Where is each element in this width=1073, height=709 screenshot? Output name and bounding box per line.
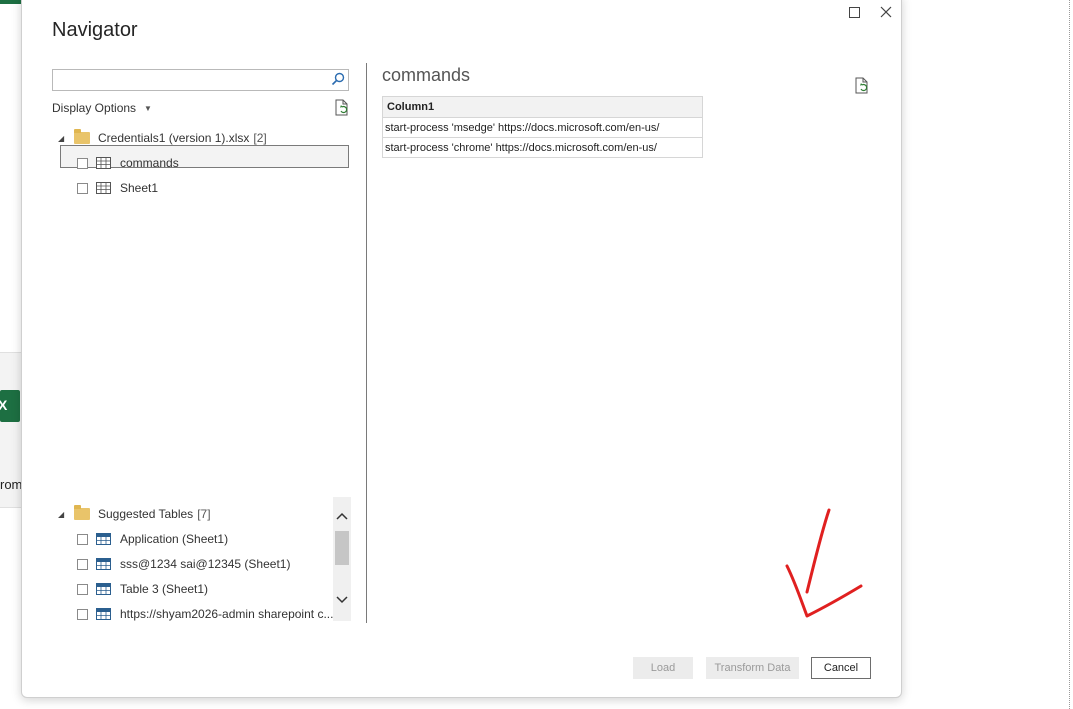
navigator-dialog: Navigator Display Options ▼ ◢ Credential… [21,0,902,698]
background-partial-label: rom [0,477,23,492]
table-cell: start-process 'chrome' https://docs.micr… [382,137,703,158]
annotation-arrow [785,508,863,618]
maximize-button[interactable] [843,1,865,23]
suggested-item[interactable]: https://shyam2026-admin sharepoint c... [77,603,333,625]
pane-divider[interactable] [366,63,367,623]
close-icon [880,6,892,18]
checkbox[interactable] [77,558,88,570]
background-accent [0,0,22,4]
refresh-preview-icon[interactable] [854,77,870,95]
checkbox[interactable] [77,182,88,194]
load-button[interactable]: Load [633,657,693,679]
tree-item-commands[interactable]: commands [77,152,179,174]
suggested-item[interactable]: Application (Sheet1) [77,528,228,550]
checkbox[interactable] [77,583,88,595]
tree-root-count: [2] [253,131,267,145]
chevron-up-icon [336,512,348,520]
tree-item-sheet1[interactable]: Sheet1 [77,177,158,199]
search-input[interactable] [53,70,331,90]
suggested-scrollbar[interactable] [333,497,351,621]
suggested-item-label: https://shyam2026-admin sharepoint c... [120,607,334,621]
table-cell: start-process 'msedge' https://docs.micr… [382,117,703,138]
tree-item-label: commands [120,156,179,170]
collapse-arrow-icon[interactable]: ◢ [58,134,68,143]
cancel-button[interactable]: Cancel [811,657,871,679]
close-button[interactable] [875,1,897,23]
tree-root-suggested-tables[interactable]: ◢ Suggested Tables [7] [58,503,211,525]
suggested-label: Suggested Tables [98,507,194,521]
tree-item-label: Sheet1 [120,181,159,195]
dialog-title: Navigator [52,19,138,41]
preview-title: commands [382,65,471,85]
column-header: Column1 [382,96,703,118]
suggested-item[interactable]: sss@1234 sai@12345 (Sheet1) [77,553,290,575]
table-row: start-process 'chrome' https://docs.micr… [382,137,703,158]
transform-data-button[interactable]: Transform Data [706,657,799,679]
tree-root-label: Credentials1 (version 1).xlsx [98,131,250,145]
caret-down-icon: ▼ [144,103,152,113]
chevron-down-icon [336,596,348,604]
folder-icon [74,505,90,520]
table-icon [96,608,111,620]
search-icon[interactable] [331,72,345,86]
suggested-count: [7] [197,507,211,521]
table-icon [96,533,111,545]
suggested-item-label: Table 3 (Sheet1) [120,582,209,596]
table-icon [96,558,111,570]
scroll-up-button[interactable] [333,507,351,525]
table-icon [96,583,111,595]
suggested-item[interactable]: Table 3 (Sheet1) [77,578,208,600]
preview-table: Column1 start-process 'msedge' https://d… [382,96,703,158]
display-options-dropdown[interactable]: Display Options ▼ [52,101,152,115]
table-icon [96,182,111,194]
checkbox[interactable] [77,608,88,620]
refresh-icon[interactable] [334,99,350,117]
collapse-arrow-icon[interactable]: ◢ [58,510,68,519]
checkbox[interactable] [77,533,88,545]
suggested-item-label: Application (Sheet1) [120,532,229,546]
checkbox[interactable] [77,157,88,169]
display-options-label: Display Options [52,101,137,115]
excel-icon-letter: X [0,397,8,413]
folder-icon [74,129,90,144]
maximize-icon [848,6,860,18]
scroll-thumb[interactable] [335,531,349,565]
scroll-down-button[interactable] [333,591,351,609]
suggested-item-label: sss@1234 sai@12345 (Sheet1) [120,557,291,571]
table-row: start-process 'msedge' https://docs.micr… [382,117,703,138]
table-icon [96,157,111,169]
search-box [52,69,349,91]
excel-icon: X [0,390,20,422]
page-boundary [1069,0,1070,709]
